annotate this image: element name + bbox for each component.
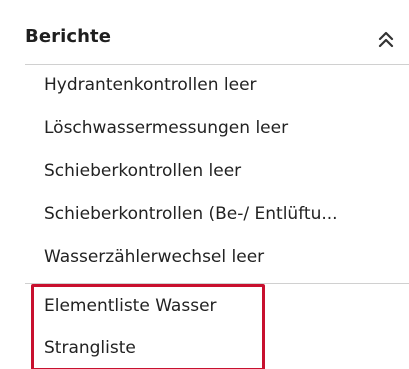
report-item-label: Schieberkontrollen leer — [44, 161, 242, 181]
reports-panel: Berichte Hydrantenkontrollen leer Löschw… — [0, 0, 409, 369]
report-item-schieberkontrollen-leer[interactable]: Schieberkontrollen leer — [25, 154, 409, 192]
section-title: Berichte — [25, 26, 112, 47]
report-item-label: Strangliste — [44, 338, 136, 358]
report-item-label: Löschwassermessungen leer — [44, 118, 289, 138]
section-header-berichte[interactable]: Berichte — [0, 16, 409, 60]
report-item-schieberkontrollen-be-entlueftung[interactable]: Schieberkontrollen (Be-/ Entlüftu... — [25, 197, 409, 235]
header-divider — [25, 64, 409, 65]
report-item-elementliste-wasser[interactable]: Elementliste Wasser — [25, 289, 409, 327]
report-item-label: Schieberkontrollen (Be-/ Entlüftu... — [44, 204, 338, 224]
group-divider — [25, 283, 409, 284]
report-item-hydrantenkontrollen-leer[interactable]: Hydrantenkontrollen leer — [25, 68, 409, 106]
report-item-strangliste[interactable]: Strangliste — [25, 331, 409, 369]
double-chevron-up-icon[interactable] — [374, 28, 398, 52]
report-item-label: Hydrantenkontrollen leer — [44, 75, 257, 95]
report-item-wasserzaehlerwechsel-leer[interactable]: Wasserzählerwechsel leer — [25, 240, 409, 278]
report-item-label: Wasserzählerwechsel leer — [44, 247, 265, 267]
report-item-loeschwassermessungen-leer[interactable]: Löschwassermessungen leer — [25, 111, 409, 149]
report-item-label: Elementliste Wasser — [44, 296, 217, 316]
